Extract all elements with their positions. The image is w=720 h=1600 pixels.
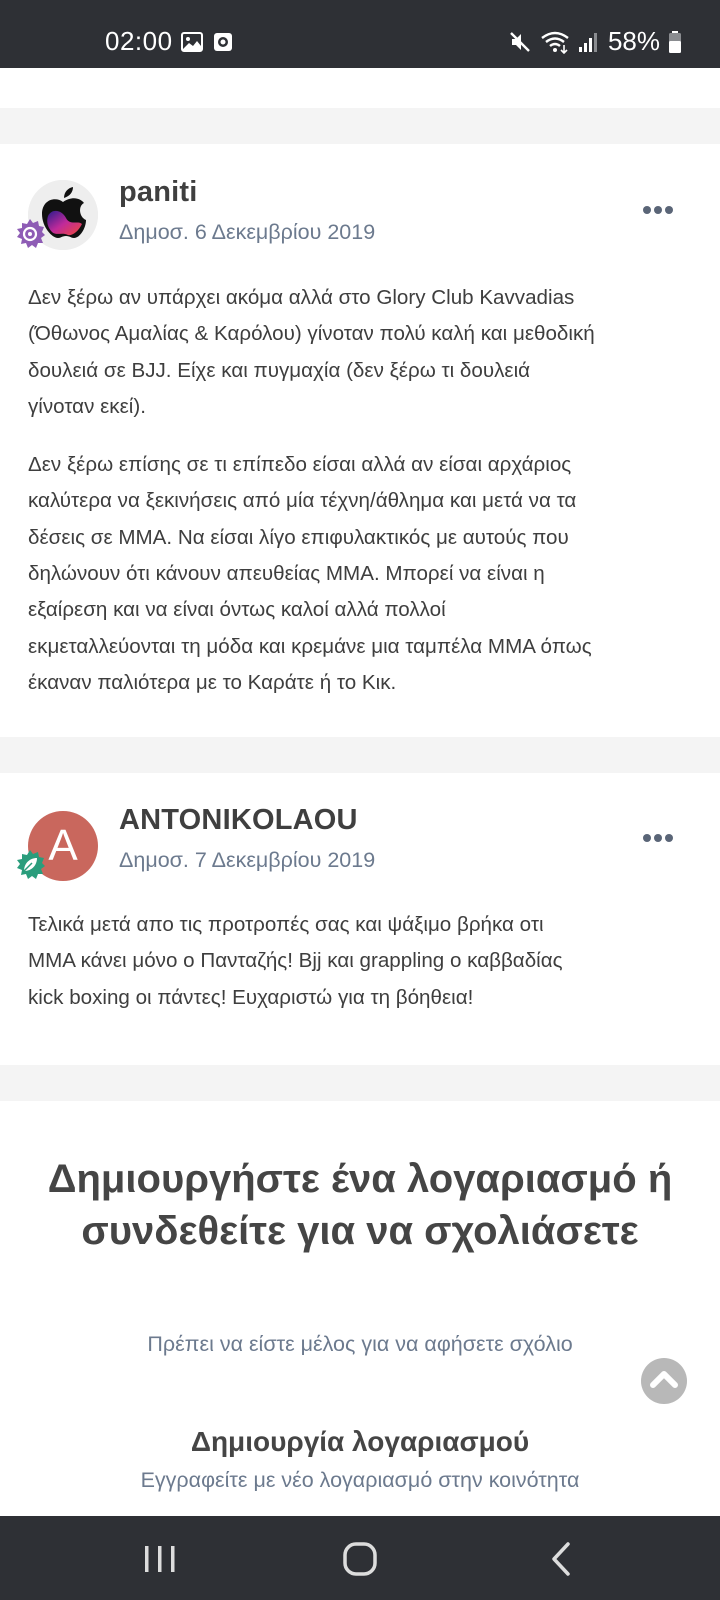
content-area[interactable]: paniti Δημοσ. 6 Δεκεμβρίου 2019 Δεν ξέρω…	[0, 68, 720, 1516]
post-author[interactable]: ANTONIKOLAOU	[119, 804, 358, 837]
post-content: Τελικά μετά απο τις προτροπές σας και ψά…	[28, 907, 698, 1016]
back-icon[interactable]	[542, 1540, 582, 1578]
signal-icon	[578, 32, 597, 52]
login-prompt-title: Δημιουργήστε ένα λογαριασμό ή συνδεθείτε…	[47, 1157, 673, 1253]
scroll-to-top-button[interactable]	[641, 1358, 687, 1404]
post-date[interactable]: Δημοσ. 7 Δεκεμβρίου 2019	[119, 848, 375, 873]
screen-record-icon	[214, 33, 232, 51]
status-bar: 02:00 58%	[0, 0, 720, 68]
post-date[interactable]: Δημοσ. 6 Δεκεμβρίου 2019	[119, 220, 375, 245]
post-paragraph: Δεν ξέρω επίσης σε τι επίπεδο είσαι αλλά…	[28, 453, 592, 694]
status-time: 02:00	[105, 26, 173, 56]
post-author[interactable]: paniti	[119, 176, 198, 209]
create-account-title: Δημιουργία λογαριασμού	[190, 1426, 530, 1457]
section-divider	[0, 108, 720, 144]
wifi-icon	[541, 31, 569, 54]
comment-post: paniti Δημοσ. 6 Δεκεμβρίου 2019 Δεν ξέρω…	[0, 144, 720, 737]
section-divider	[0, 1065, 720, 1101]
leaf-badge-icon	[17, 850, 45, 879]
chevron-up-icon	[650, 1371, 678, 1388]
section-divider	[0, 737, 720, 773]
post-paragraph: Τελικά μετά απο τις προτροπές σας και ψά…	[28, 913, 563, 1009]
battery-level: 58%	[607, 26, 660, 56]
more-options-button[interactable]	[643, 203, 673, 217]
image-icon	[181, 32, 203, 52]
create-account-subtitle: Εγγραφείτε με νέο λογαριασμό στην κοινότ…	[140, 1468, 580, 1492]
login-prompt-subtitle: Πρέπει να είστε μέλος για να αφήσετε σχό…	[147, 1332, 573, 1356]
system-navigation-bar	[0, 1516, 720, 1600]
recent-apps-icon[interactable]	[140, 1540, 180, 1578]
more-options-button[interactable]	[643, 831, 673, 845]
gear-badge-icon	[17, 219, 45, 248]
mute-icon	[510, 31, 530, 52]
battery-icon	[669, 30, 681, 53]
post-content: Δεν ξέρω αν υπάρχει ακόμα αλλά στο Glory…	[28, 280, 698, 701]
post-paragraph: Δεν ξέρω αν υπάρχει ακόμα αλλά στο Glory…	[28, 286, 595, 418]
comment-post: A ANTONIKOLAOU Δημοσ. 7 Δεκεμβρίου 2019 …	[0, 773, 720, 1065]
home-icon[interactable]	[340, 1540, 380, 1578]
avatar-letter: A	[48, 821, 78, 870]
